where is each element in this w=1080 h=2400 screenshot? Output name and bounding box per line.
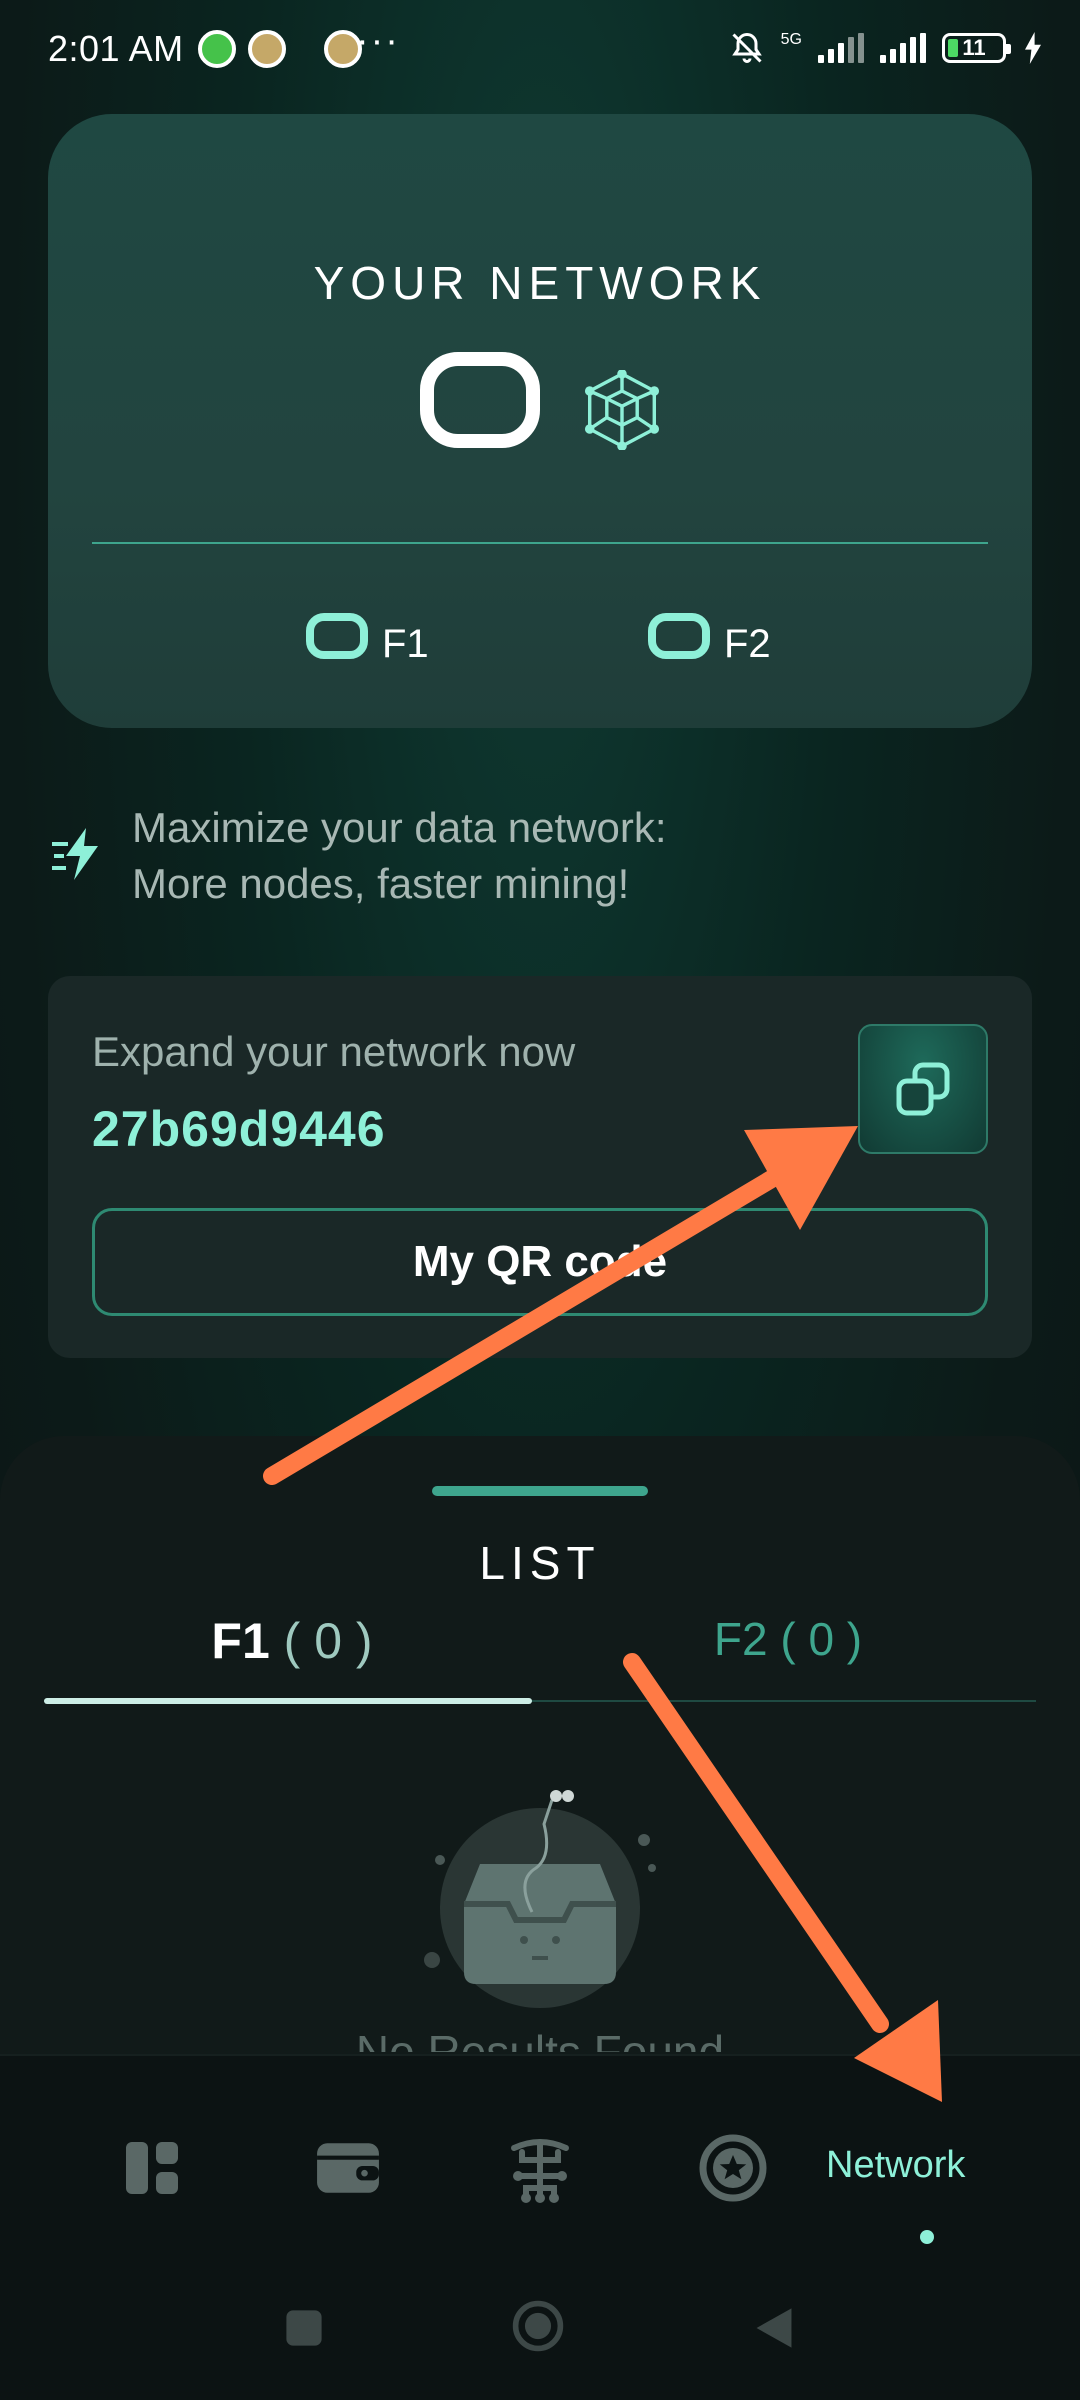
list-tabs: F1 ( 0 ) F2 ( 0 ) bbox=[44, 1612, 1036, 1704]
network-total-value: 0 bbox=[420, 352, 540, 448]
active-nav-indicator bbox=[920, 2230, 934, 2244]
recent-apps-icon[interactable] bbox=[282, 2306, 326, 2350]
nav-wallet[interactable] bbox=[308, 2128, 388, 2208]
f2-label: F2 bbox=[724, 622, 771, 666]
referral-code: 27b69d9446 bbox=[92, 1101, 386, 1157]
network-type: 5G bbox=[780, 31, 802, 48]
f2-stat: F2 bbox=[648, 604, 771, 667]
active-tab-indicator bbox=[44, 1698, 532, 1704]
battery-level: 11 bbox=[962, 35, 986, 60]
signal-icon bbox=[880, 33, 926, 63]
wallet-icon bbox=[317, 2143, 379, 2193]
divider bbox=[92, 542, 988, 544]
empty-state-text: No Results Found bbox=[355, 2026, 725, 2052]
app-notification-icon bbox=[198, 30, 236, 68]
f1-count-ring bbox=[306, 612, 368, 659]
f1-stat: F1 bbox=[306, 604, 429, 667]
empty-inbox-icon bbox=[424, 1790, 656, 2008]
invite-label: Expand your network now bbox=[92, 1028, 576, 1075]
f2-count-ring bbox=[648, 612, 710, 659]
list-title: LIST bbox=[479, 1537, 601, 1589]
cube-network-icon bbox=[584, 370, 660, 450]
sheet-drag-handle[interactable] bbox=[432, 1486, 648, 1496]
mining-icon bbox=[511, 2139, 569, 2203]
network-summary-card: YOUR NETWORK 0 F1 F2 bbox=[48, 114, 1032, 728]
f1-label: F1 bbox=[382, 622, 429, 666]
muted-bell-icon bbox=[731, 32, 762, 63]
status-bar: 2:01 AM ··· 5G 11 bbox=[0, 0, 1080, 100]
tip-line-1: Maximize your data network: bbox=[132, 804, 667, 851]
dashboard-icon bbox=[126, 2142, 178, 2194]
lightning-speed-icon bbox=[52, 828, 98, 880]
nav-dashboard[interactable] bbox=[112, 2128, 192, 2208]
app-notification-icon bbox=[248, 30, 286, 68]
home-icon[interactable] bbox=[510, 2298, 566, 2354]
more-notifications-icon: ··· bbox=[356, 20, 400, 62]
my-qr-code-button[interactable]: My QR code bbox=[92, 1208, 988, 1316]
tip-text: Maximize your data network: More nodes, … bbox=[132, 800, 667, 912]
status-time: 2:01 AM bbox=[48, 28, 184, 69]
tab-f2[interactable]: F2 ( 0 ) bbox=[540, 1612, 1036, 1666]
back-icon[interactable] bbox=[752, 2304, 796, 2352]
tip-line-2: More nodes, faster mining! bbox=[132, 860, 630, 907]
bottom-nav: Network bbox=[0, 2054, 1080, 2280]
copy-code-button[interactable] bbox=[858, 1024, 988, 1154]
nav-network-label[interactable]: Network bbox=[826, 2144, 965, 2187]
tab-f1-name: F1 bbox=[211, 1613, 270, 1669]
star-badge-icon bbox=[699, 2134, 767, 2202]
nav-mining[interactable] bbox=[500, 2128, 580, 2208]
tab-f2-name: F2 bbox=[713, 1613, 768, 1665]
invite-card: Expand your network now 27b69d9446 My QR… bbox=[48, 976, 1032, 1358]
battery-icon: 11 bbox=[942, 33, 1011, 63]
tab-f1-count: ( 0 ) bbox=[283, 1613, 373, 1669]
nav-rewards[interactable] bbox=[693, 2128, 773, 2208]
network-tip: Maximize your data network: More nodes, … bbox=[50, 800, 1030, 912]
tab-f1[interactable]: F1 ( 0 ) bbox=[44, 1612, 540, 1670]
copy-icon bbox=[896, 1062, 950, 1116]
notification-icons bbox=[198, 30, 362, 68]
signal-icon bbox=[818, 33, 864, 63]
system-nav-bar bbox=[0, 2280, 1080, 2400]
network-title: YOUR NETWORK bbox=[313, 257, 767, 309]
charging-icon bbox=[1025, 32, 1041, 64]
tab-f2-count: ( 0 ) bbox=[780, 1613, 863, 1665]
status-indicators: 5G 11 bbox=[729, 30, 1044, 66]
